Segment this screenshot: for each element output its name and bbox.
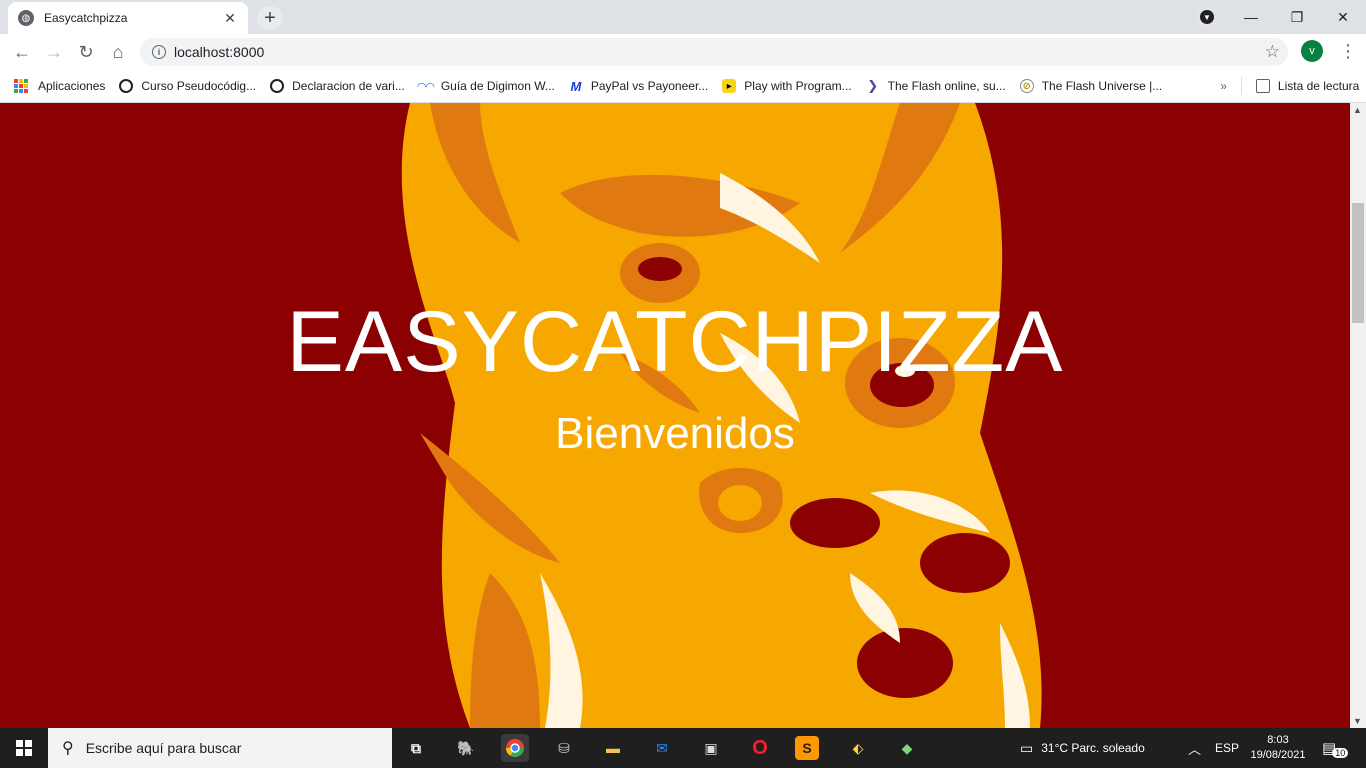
tray-chevron-icon[interactable]: ︿ <box>1188 728 1201 768</box>
bookmark-item[interactable]: M PayPal vs Payoneer... <box>569 78 709 94</box>
bookmark-label: Aplicaciones <box>38 79 106 93</box>
taskbar-search[interactable]: ⚲ Escribe aquí para buscar <box>48 728 392 768</box>
browser-chrome: ◍ Easycatchpizza ✕ + ▼ — ❐ ✕ ← → ↻ ⌂ i l… <box>0 0 1366 103</box>
notification-badge: 10 <box>1332 748 1349 758</box>
scrollbar-thumb[interactable] <box>1352 203 1364 323</box>
tab-strip: ◍ Easycatchpizza ✕ + ▼ — ❐ ✕ <box>0 0 1366 34</box>
bookmark-item[interactable]: ❯ The Flash online, su... <box>866 78 1006 93</box>
git-icon[interactable]: ◆ <box>893 734 921 762</box>
weather-widget[interactable]: ▭ 31°C Parc. soleado <box>1020 728 1145 768</box>
tab-search-button[interactable]: ▼ <box>1195 5 1219 29</box>
bookmark-star-icon[interactable]: ☆ <box>1265 42 1280 62</box>
language-indicator[interactable]: ESP <box>1215 728 1239 768</box>
time: 8:03 <box>1267 734 1289 746</box>
windows-taskbar: ⚲ Escribe aquí para buscar ⧉ 🐘 ⛁ ▬ ✉ ▣ O… <box>0 728 1366 768</box>
bookmark-label: Declaracion de vari... <box>292 79 405 93</box>
file-explorer-icon[interactable]: ▬ <box>599 734 627 762</box>
scrollbar[interactable]: ▲ ▼ <box>1350 103 1366 728</box>
browser-toolbar: ← → ↻ ⌂ i localhost:8000 ☆ v ⋮ <box>0 34 1366 70</box>
arrow-icon: ❯ <box>867 78 879 93</box>
minimize-button[interactable]: — <box>1228 0 1274 34</box>
python-icon[interactable]: ⬖ <box>844 734 872 762</box>
profile-avatar[interactable]: v <box>1301 40 1323 62</box>
apps-grid-icon <box>14 79 28 93</box>
scroll-up-icon[interactable]: ▲ <box>1353 105 1362 115</box>
notifications-button[interactable]: ▤ 10 <box>1322 728 1349 768</box>
reading-list-icon <box>1255 79 1270 93</box>
tab-easycatchpizza[interactable]: ◍ Easycatchpizza ✕ <box>8 2 248 34</box>
github-icon <box>270 79 285 93</box>
page-subtitle: Bienvenidos <box>555 409 795 458</box>
github-icon <box>119 79 134 93</box>
chrome-icon[interactable] <box>501 734 529 762</box>
tab-title: Easycatchpizza <box>44 11 128 25</box>
bookmark-item[interactable]: ▸ Play with Program... <box>722 79 852 93</box>
store-icon[interactable]: ▣ <box>697 734 725 762</box>
postgres-icon[interactable]: 🐘 <box>452 734 480 762</box>
bookmark-label: Play with Program... <box>744 79 852 93</box>
weather-text: 31°C Parc. soleado <box>1041 741 1145 755</box>
windows-start-icon[interactable] <box>10 734 38 762</box>
sublime-text-icon[interactable]: S <box>795 736 819 760</box>
scroll-down-icon[interactable]: ▼ <box>1353 716 1362 726</box>
task-view-icon[interactable]: ⧉ <box>402 734 430 762</box>
opera-icon[interactable]: O <box>746 734 774 762</box>
bookmark-label: The Flash online, su... <box>887 79 1006 93</box>
bookmarks-bar: Aplicaciones Curso Pseudocódig... Declar… <box>0 70 1366 103</box>
mail-icon[interactable]: ✉ <box>648 734 676 762</box>
more-bookmarks-icon[interactable]: » <box>1220 79 1227 93</box>
reload-icon[interactable]: ↻ <box>74 40 98 64</box>
address-bar[interactable]: i localhost:8000 ☆ <box>140 38 1288 66</box>
bookmark-item[interactable]: Curso Pseudocódig... <box>119 79 256 93</box>
bookmark-item[interactable]: ◠◠ Guía de Digimon W... <box>417 79 555 93</box>
clock[interactable]: 8:03 19/08/2021 <box>1250 728 1306 768</box>
digimon-icon: ◠◠ <box>417 80 435 93</box>
url-text[interactable]: localhost:8000 <box>174 44 264 60</box>
bookmark-item[interactable]: Declaracion de vari... <box>270 79 405 93</box>
bookmark-label: Guía de Digimon W... <box>440 79 555 93</box>
bookmark-label: Curso Pseudocódig... <box>141 79 257 93</box>
bookmark-apps[interactable]: Aplicaciones <box>14 79 105 93</box>
date: 19/08/2021 <box>1250 749 1306 761</box>
compass-icon: ⊘ <box>1019 79 1034 93</box>
play-icon: ▸ <box>722 79 737 93</box>
divider <box>1240 77 1242 95</box>
page-title: EASYCATCHPIZZA <box>286 294 1064 390</box>
home-icon[interactable]: ⌂ <box>106 40 130 64</box>
site-info-icon[interactable]: i <box>152 45 166 59</box>
menu-icon[interactable]: ⋮ <box>1338 40 1358 62</box>
chevron-down-icon: ▼ <box>1200 10 1214 24</box>
close-window-button[interactable]: ✕ <box>1320 0 1366 34</box>
reading-list-button[interactable]: Lista de lectura <box>1255 79 1360 93</box>
bookmark-item[interactable]: ⊘ The Flash Universe |... <box>1019 79 1163 93</box>
bookmark-label: The Flash Universe |... <box>1041 79 1163 93</box>
globe-icon: ◍ <box>18 10 34 26</box>
back-icon[interactable]: ← <box>10 40 34 64</box>
forward-icon[interactable]: → <box>42 40 66 64</box>
search-placeholder: Escribe aquí para buscar <box>85 740 242 756</box>
new-tab-button[interactable]: + <box>257 6 283 30</box>
bookmark-label: PayPal vs Payoneer... <box>590 79 709 93</box>
database-icon[interactable]: ⛁ <box>550 734 578 762</box>
hero-section: EASYCATCHPIZZA Bienvenidos <box>0 103 1350 728</box>
restore-button[interactable]: ❐ <box>1274 0 1320 34</box>
weather-icon: ▭ <box>1020 739 1034 756</box>
close-tab-icon[interactable]: ✕ <box>222 10 238 27</box>
m-icon: M <box>570 78 582 94</box>
reading-list-label: Lista de lectura <box>1277 79 1360 93</box>
search-icon: ⚲ <box>62 740 74 757</box>
